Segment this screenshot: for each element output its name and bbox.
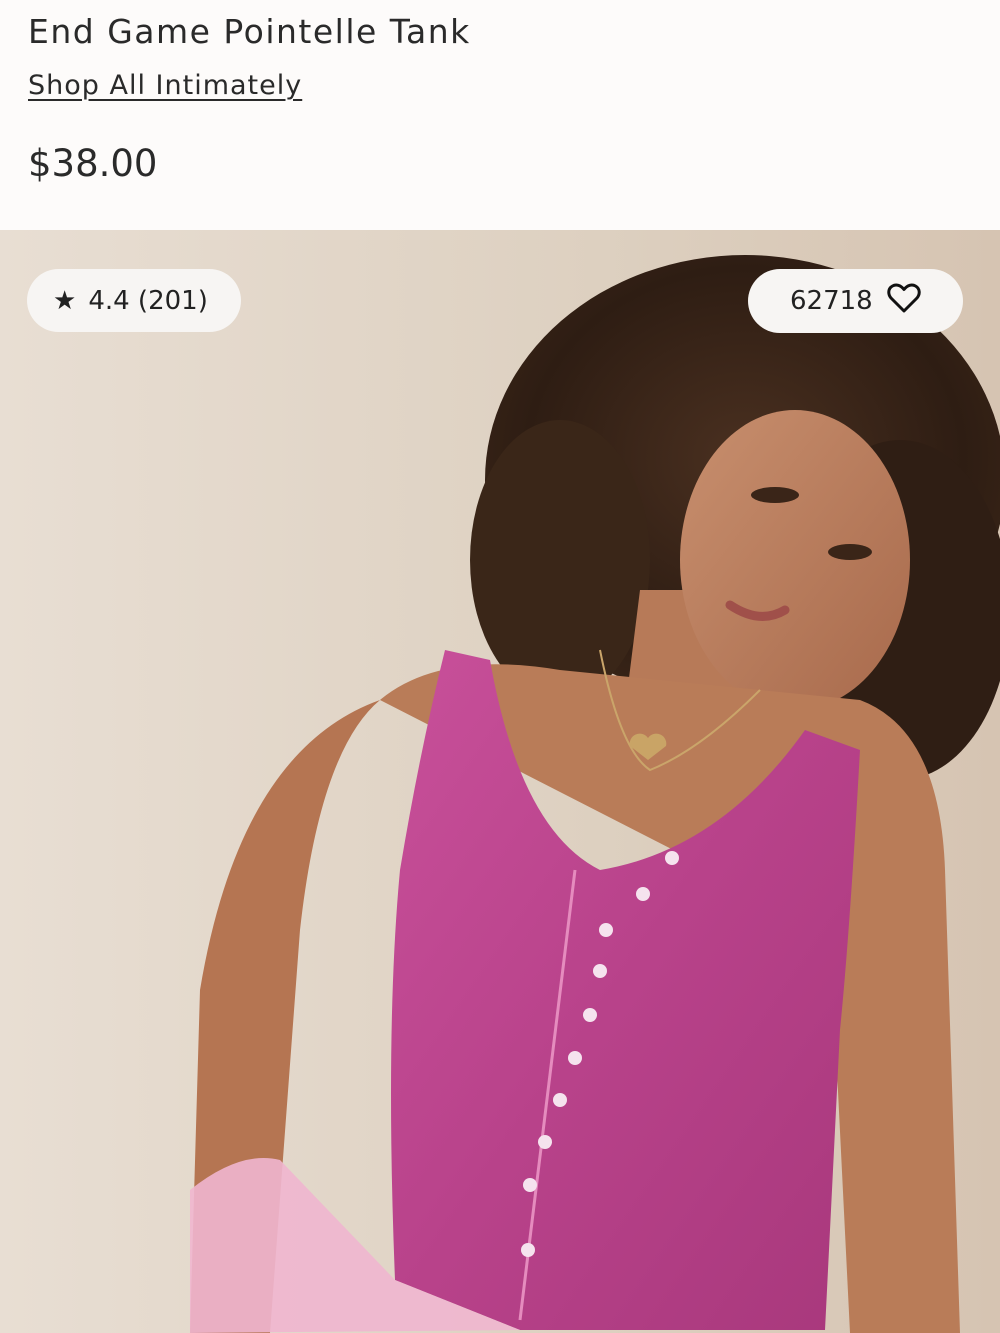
shop-all-link[interactable]: Shop All Intimately xyxy=(28,70,302,101)
product-image[interactable]: ★ 4.4 (201) 62718 xyxy=(0,230,1000,1333)
product-header: End Game Pointelle Tank Shop All Intimat… xyxy=(0,0,1000,230)
star-icon: ★ xyxy=(53,285,77,316)
favorites-count: 62718 xyxy=(790,286,873,316)
product-title: End Game Pointelle Tank xyxy=(28,12,471,51)
product-photo-illustration xyxy=(0,230,1000,1333)
heart-outline-icon xyxy=(887,283,921,320)
favorite-button[interactable]: 62718 xyxy=(748,269,963,333)
rating-text: 4.4 (201) xyxy=(88,285,208,316)
rating-badge[interactable]: ★ 4.4 (201) xyxy=(27,269,241,332)
product-price: $38.00 xyxy=(28,142,158,185)
